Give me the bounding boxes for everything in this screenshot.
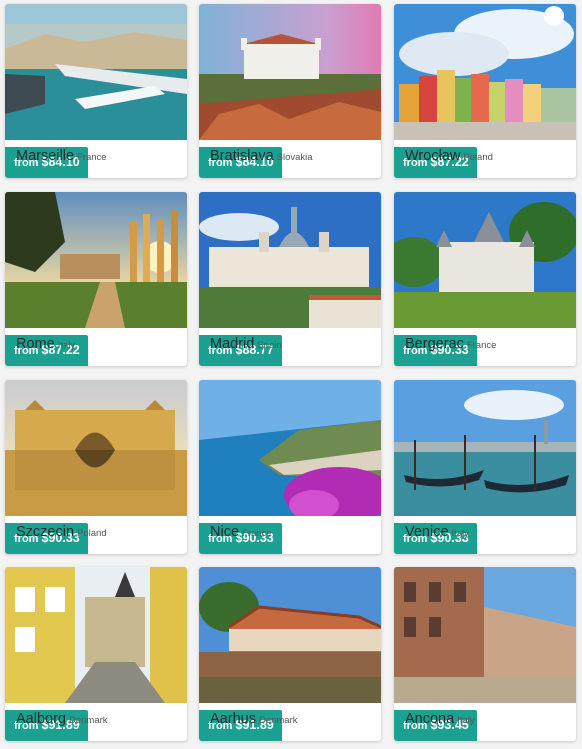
destination-card-madrid[interactable]: from $88.77 Madrid Spain <box>199 192 381 366</box>
destination-photo <box>5 380 187 516</box>
destination-photo <box>5 4 187 140</box>
destination-photo <box>199 380 381 516</box>
destination-photo <box>199 4 381 140</box>
city-name: Aalborg <box>16 711 66 727</box>
destination-card-bratislava[interactable]: from $84.10 Bratislava Slovakia <box>199 4 381 178</box>
city-name: Marseille <box>16 148 75 164</box>
destination-card-wroclaw[interactable]: from $87.22 Wrocław Poland <box>394 4 576 178</box>
destination-photo <box>5 567 187 703</box>
destination-photo <box>394 567 576 703</box>
destination-grid: from $84.10 Marseille France from $84.10 … <box>0 0 582 749</box>
city-name: Nice <box>210 524 240 540</box>
destination-photo <box>199 567 381 703</box>
country-name: Italy <box>57 340 76 351</box>
destination-card-nice[interactable]: from $90.33 Nice France <box>199 380 381 554</box>
city-name: Ancona <box>405 711 455 727</box>
destination-photo <box>394 192 576 328</box>
city-name: Wrocław <box>405 148 461 164</box>
country-name: France <box>242 528 272 539</box>
city-name: Madrid <box>210 336 255 352</box>
destination-card-rome[interactable]: from $87.22 Rome Italy <box>5 192 187 366</box>
country-name: Slovakia <box>276 152 313 163</box>
city-name: Szczecin <box>16 524 75 540</box>
country-name: France <box>77 152 107 163</box>
country-name: Spain <box>257 340 282 351</box>
destination-photo <box>394 380 576 516</box>
destination-photo <box>199 192 381 328</box>
city-name: Rome <box>16 336 55 352</box>
city-name: Bratislava <box>210 148 274 164</box>
destination-card-venice[interactable]: from $90.33 Venice Italy <box>394 380 576 554</box>
city-name: Bergerac <box>405 336 464 352</box>
country-name: France <box>466 340 497 351</box>
city-name: Venice <box>405 524 449 540</box>
destination-card-szczecin[interactable]: from $90.33 Szczecin Poland <box>5 380 187 554</box>
destination-photo <box>394 4 576 140</box>
destination-card-aarhus[interactable]: from $91.89 Aarhus Denmark <box>199 567 381 741</box>
destination-card-bergerac[interactable]: from $90.33 Bergerac France <box>394 192 576 366</box>
country-name: Poland <box>463 152 493 163</box>
destination-card-marseille[interactable]: from $84.10 Marseille France <box>5 4 187 178</box>
destination-card-aalborg[interactable]: from $91.89 Aalborg Denmark <box>5 567 187 741</box>
destination-photo <box>5 192 187 328</box>
country-name: Denmark <box>258 715 298 726</box>
country-name: Italy <box>457 715 475 726</box>
city-name: Aarhus <box>210 711 256 727</box>
destination-card-ancona[interactable]: from $93.45 Ancona Italy <box>394 567 576 741</box>
country-name: Italy <box>451 528 469 539</box>
country-name: Poland <box>77 528 107 539</box>
country-name: Denmark <box>68 715 108 726</box>
